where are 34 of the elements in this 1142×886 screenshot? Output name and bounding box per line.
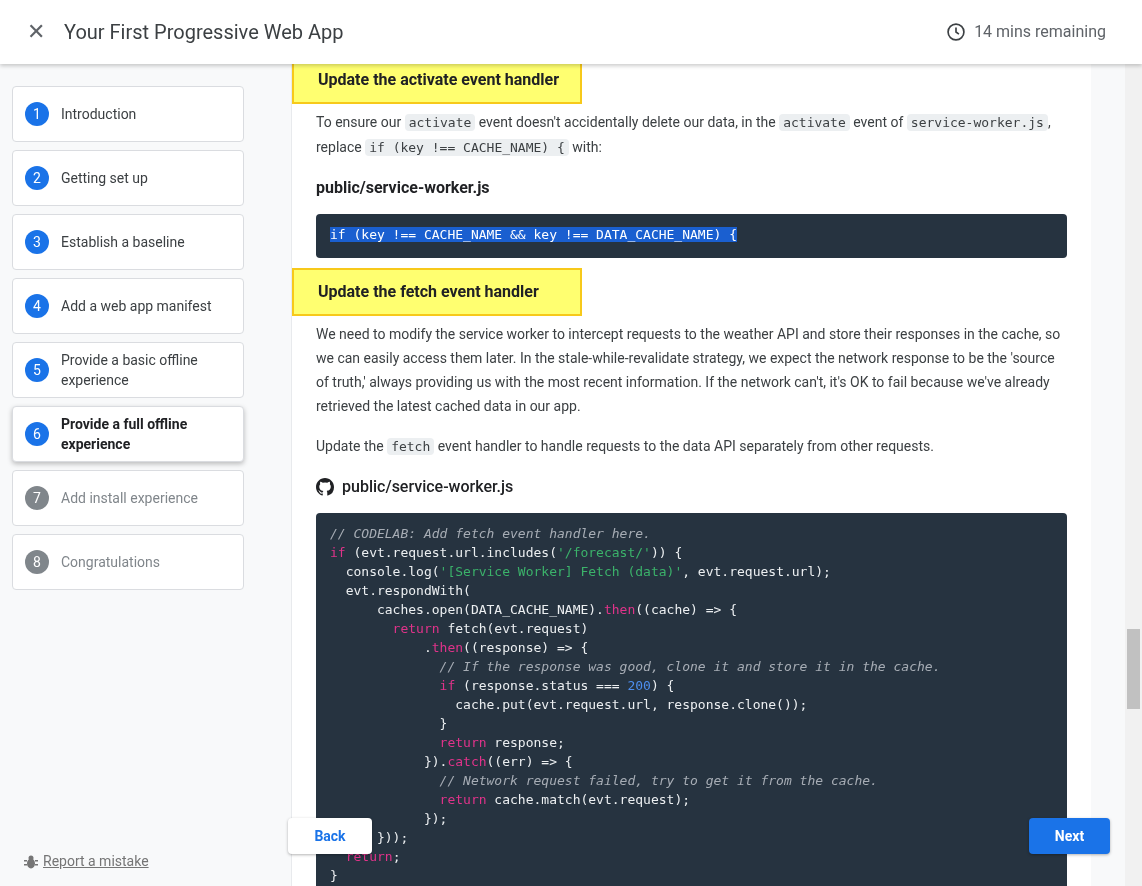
step-item[interactable]: 7 Add install experience: [12, 470, 244, 526]
step-number: 4: [25, 294, 49, 318]
close-button[interactable]: ✕: [24, 21, 48, 43]
step-number: 1: [25, 102, 49, 126]
paragraph: To ensure our activate event doesn't accidentally delete our data, in the activate event of service-worker.js , replace if (key !== CACHE_NAME) { with:: [316, 113, 1052, 158]
step-number: 8: [25, 550, 49, 574]
code-block: if (key !== CACHE_NAME && key !== DATA_CACHE_NAME) {: [316, 214, 1067, 258]
step-item[interactable]: 3 Establish a baseline: [12, 214, 244, 270]
github-icon: [316, 478, 334, 496]
section-heading: Update the activate event handler: [318, 69, 561, 91]
bug-icon: [23, 853, 39, 870]
step-number: 6: [25, 422, 49, 446]
section-heading: Update the fetch event handler: [318, 281, 540, 303]
paragraph: We need to modify the service worker to intercept requests to the weather API and store their responses in the cache, so we can easily access them later. In the stale-while-revalidate strategy, we expect the network response to be the 'source of truth,' always providing us with the most recent information. If the network can't, it's OK to fail because we've already retrieved the latest cached data in our app.: [316, 325, 1062, 416]
step-number: 7: [25, 486, 49, 510]
step-number: 2: [25, 166, 49, 190]
file-name: public/service-worker.js: [342, 476, 514, 498]
step-number: 3: [25, 230, 49, 254]
scrollbar[interactable]: [1125, 64, 1142, 886]
report-mistake-link[interactable]: Report a mistake: [43, 851, 149, 872]
step-item[interactable]: 4 Add a web app manifest: [12, 278, 244, 334]
time-remaining: 14 mins remaining: [974, 21, 1106, 43]
back-button[interactable]: Back: [288, 818, 372, 854]
step-item[interactable]: 1 Introduction: [12, 86, 244, 142]
file-name: public/service-worker.js: [316, 177, 490, 199]
step-item[interactable]: 5 Provide a basic offline experience: [12, 342, 244, 398]
step-item[interactable]: 8 Congratulations: [12, 534, 244, 590]
step-number: 5: [25, 358, 49, 382]
page-title: Your First Progressive Web App: [64, 19, 344, 46]
step-item[interactable]: 2 Getting set up: [12, 150, 244, 206]
clock-icon: [946, 22, 967, 42]
paragraph: Update the fetch event handler to handle requests to the data API separately from other requests.: [316, 437, 935, 457]
step-item[interactable]: 6 Provide a full offline experience: [12, 406, 244, 462]
next-button[interactable]: Next: [1029, 818, 1110, 854]
